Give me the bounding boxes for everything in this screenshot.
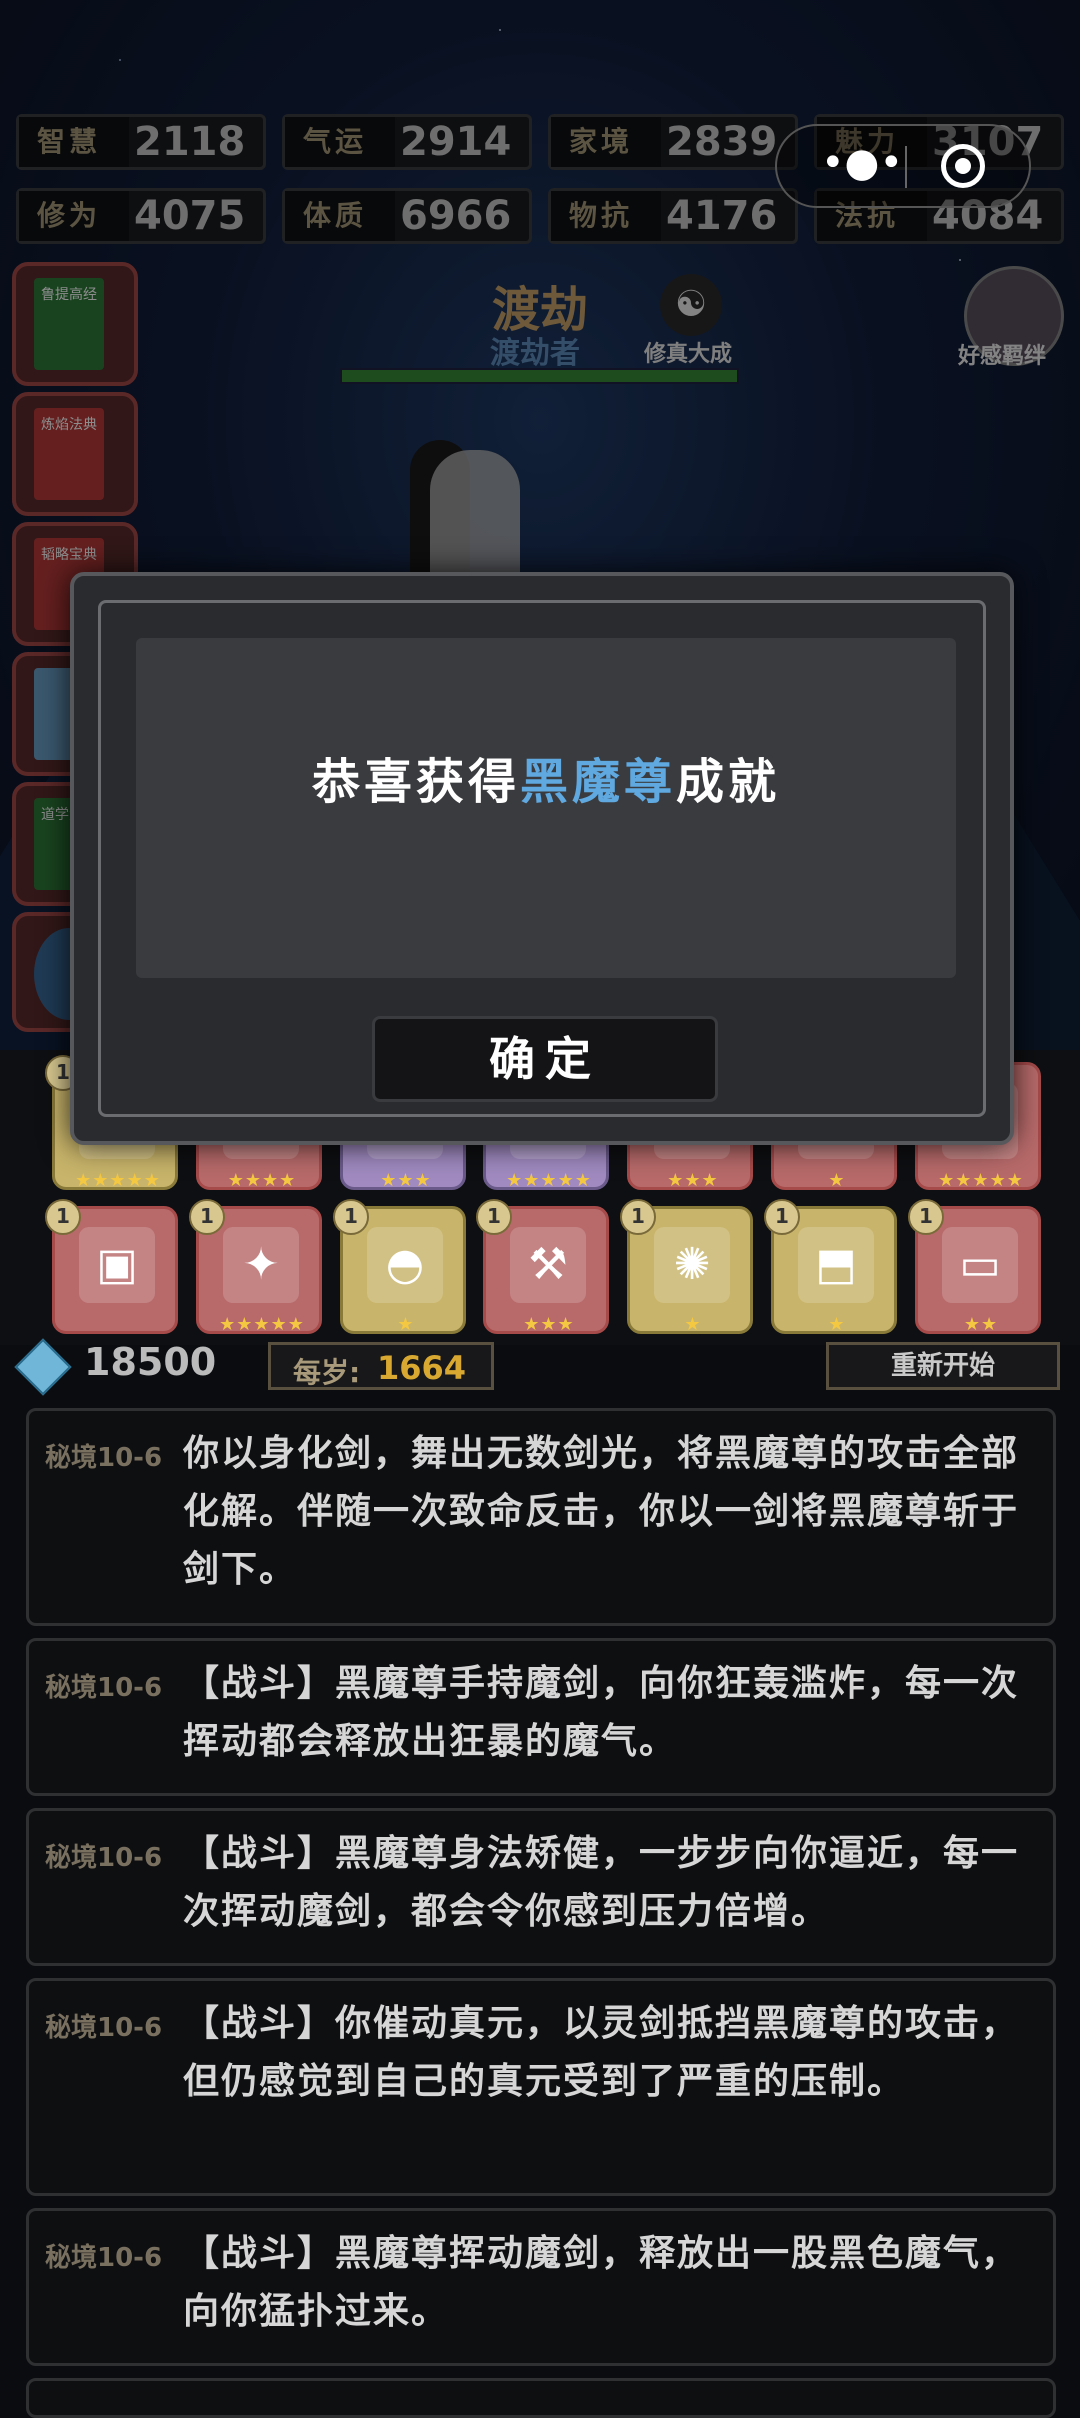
item-star-rating: ★★★	[523, 1314, 575, 1335]
item-star-rating: ★★★	[667, 1170, 719, 1191]
miniprogram-capsule: •●•	[775, 124, 1031, 208]
item-level-badge: 1	[908, 1199, 944, 1235]
equipment-slot[interactable]: ✺ 1 ★	[620, 1199, 753, 1335]
log-tag: 秘境10-6	[45, 2243, 163, 2273]
item-star-rating: ★	[828, 1170, 846, 1191]
item-star-rating: ★★★★	[227, 1170, 297, 1191]
log-tag: 秘境10-6	[45, 1443, 163, 1473]
log-entry: 秘境10-6 【战斗】黑魔尊身法矫健，一步步向你逼近，每一次挥动魔剑，都会令你感…	[26, 1808, 1056, 1966]
item-star-rating: ★★★★★	[219, 1314, 305, 1335]
item-star-rating: ★	[397, 1314, 415, 1335]
item-level-badge: 1	[333, 1199, 369, 1235]
scroll-icon: ▭	[942, 1227, 1018, 1303]
per-year-label: 每岁:	[293, 1356, 361, 1389]
capsule-divider	[905, 146, 907, 188]
log-entry-partial	[26, 2378, 1056, 2418]
equipment-slot[interactable]: ◓ 1 ★	[333, 1199, 466, 1335]
item-star-rating: ★★★★★	[506, 1170, 592, 1191]
scepter-icon: ✺	[654, 1227, 730, 1303]
log-text: 【战斗】黑魔尊手持魔剑，向你狂轰滥炸，每一次挥动都会释放出狂暴的魔气。	[183, 1663, 1020, 1762]
equipment-slot[interactable]: ✦ 1 ★★★★★	[189, 1199, 322, 1335]
message-prefix: 恭喜获得	[311, 754, 520, 810]
item-star-rating: ★★★	[380, 1170, 432, 1191]
log-text: 【战斗】黑魔尊挥动魔剑，释放出一股黑色魔气，向你猛扑过来。	[183, 2233, 1020, 2332]
axe-icon: ⚒	[510, 1227, 586, 1303]
item-star-rating: ★	[828, 1314, 846, 1335]
equipment-slot[interactable]: ⬒ 1 ★	[764, 1199, 897, 1335]
restart-button[interactable]: 重新开始	[826, 1342, 1060, 1390]
target-icon[interactable]	[941, 144, 985, 188]
item-star-rating: ★	[684, 1314, 702, 1335]
log-text: 【战斗】你催动真元，以灵剑抵挡黑魔尊的攻击，但仍感觉到自己的真元受到了严重的压制…	[183, 2003, 1020, 2102]
dagger-icon: ✦	[223, 1227, 299, 1303]
log-tag: 秘境10-6	[45, 1673, 163, 1703]
fan-icon: ◓	[367, 1227, 443, 1303]
boots-icon: ⬒	[798, 1227, 874, 1303]
log-tag: 秘境10-6	[45, 2013, 163, 2043]
per-year-value: 1664	[377, 1349, 467, 1387]
item-star-rating: ★★★★★	[75, 1170, 161, 1191]
log-entry: 秘境10-6 【战斗】黑魔尊挥动魔剑，释放出一股黑色魔气，向你猛扑过来。	[26, 2208, 1056, 2366]
achievement-dialog: 恭喜获得黑魔尊成就 确定	[70, 572, 1014, 1145]
log-text: 你以身化剑，舞出无数剑光，将黑魔尊的攻击全部化解。伴随一次致命反击，你以一剑将黑…	[183, 1433, 1020, 1590]
item-level-badge: 1	[476, 1199, 512, 1235]
log-entry: 秘境10-6 【战斗】黑魔尊手持魔剑，向你狂轰滥炸，每一次挥动都会释放出狂暴的魔…	[26, 1638, 1056, 1796]
log-entry: 秘境10-6 你以身化剑，舞出无数剑光，将黑魔尊的攻击全部化解。伴随一次致命反击…	[26, 1408, 1056, 1626]
achievement-name: 黑魔尊	[519, 754, 676, 810]
equipment-slot[interactable]: ▭ 1 ★★	[908, 1199, 1041, 1335]
more-dots-icon[interactable]: •●•	[817, 143, 907, 184]
log-tag: 秘境10-6	[45, 1843, 163, 1873]
spirit-stone-icon	[14, 1338, 72, 1396]
item-level-badge: 1	[620, 1199, 656, 1235]
message-suffix: 成就	[676, 754, 781, 810]
achievement-message: 恭喜获得黑魔尊成就	[74, 742, 1018, 812]
confirm-button[interactable]: 确定	[372, 1016, 718, 1102]
item-level-badge: 1	[764, 1199, 800, 1235]
seal-icon: ▣	[79, 1227, 155, 1303]
spirit-stone-count: 18500	[84, 1340, 217, 1384]
item-star-rating: ★★	[963, 1314, 999, 1335]
item-star-rating: ★★★★★	[938, 1170, 1024, 1191]
item-level-badge: 1	[189, 1199, 225, 1235]
item-level-badge: 1	[45, 1199, 81, 1235]
log-text: 【战斗】黑魔尊身法矫健，一步步向你逼近，每一次挥动魔剑，都会令你感到压力倍增。	[183, 1833, 1020, 1932]
log-entry: 秘境10-6 【战斗】你催动真元，以灵剑抵挡黑魔尊的攻击，但仍感觉到自己的真元受…	[26, 1978, 1056, 2196]
per-year-box: 每岁: 1664	[268, 1342, 494, 1390]
equipment-slot[interactable]: ▣ 1	[45, 1199, 178, 1334]
equipment-slot[interactable]: ⚒ 1 ★★★	[476, 1199, 609, 1335]
